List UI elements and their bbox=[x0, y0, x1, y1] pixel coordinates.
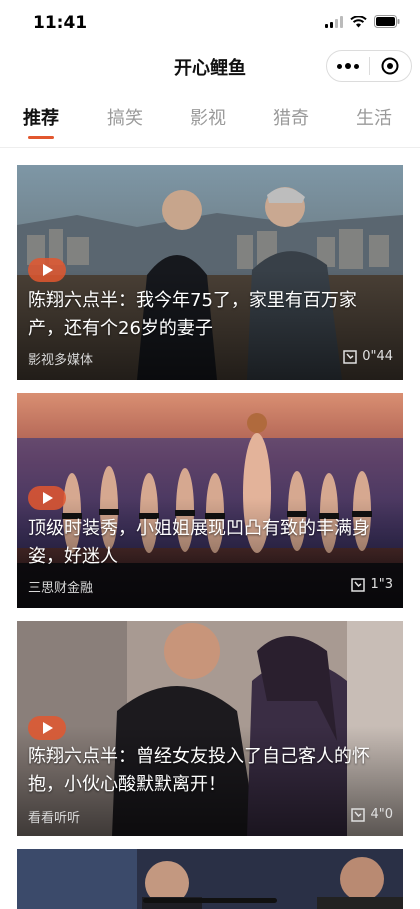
card-source: 影视多媒体 bbox=[28, 353, 94, 368]
card-duration: 1"3 bbox=[351, 577, 393, 592]
card-title: 顶级时装秀，小姐姐展现凹凸有致的丰满身姿，好迷人 bbox=[28, 518, 370, 567]
tab-funny[interactable]: 搞笑 bbox=[95, 104, 155, 130]
tab-life[interactable]: 生活 bbox=[344, 104, 404, 130]
play-icon bbox=[43, 492, 53, 504]
duration-text: 4"0 bbox=[370, 807, 393, 822]
duration-icon bbox=[351, 807, 366, 822]
play-icon bbox=[43, 264, 53, 276]
status-icons bbox=[325, 15, 400, 28]
play-button[interactable] bbox=[28, 258, 66, 282]
card-source: 三思财金融 bbox=[28, 581, 94, 596]
play-icon bbox=[43, 722, 53, 734]
play-button[interactable] bbox=[28, 716, 66, 740]
duration-icon bbox=[343, 349, 357, 364]
duration-icon bbox=[351, 577, 366, 592]
status-time: 11:41 bbox=[33, 13, 88, 33]
miniprogram-capsule bbox=[326, 50, 412, 82]
card-duration: 4"0 bbox=[351, 807, 393, 822]
tab-movies[interactable]: 影视 bbox=[178, 104, 238, 130]
video-card[interactable]: 顶级时装秀，小姐姐展现凹凸有致的丰满身姿，好迷人 三思财金融 1"3 bbox=[17, 393, 403, 608]
tab-curious[interactable]: 猎奇 bbox=[261, 104, 321, 130]
signal-icon bbox=[325, 15, 343, 28]
category-tabs: 推荐 搞笑 影视 猎奇 生活 bbox=[0, 88, 420, 148]
tab-recommend[interactable]: 推荐 bbox=[11, 104, 71, 130]
battery-icon bbox=[374, 15, 400, 28]
card-duration: 0"44 bbox=[343, 349, 393, 364]
nav-bar: 开心鲤鱼 bbox=[0, 46, 420, 88]
status-bar: 11:41 bbox=[0, 0, 420, 46]
card-title: 陈翔六点半：我今年75了，家里有百万家产，还有个26岁的妻子 bbox=[28, 290, 357, 339]
target-close-icon bbox=[381, 57, 399, 75]
duration-text: 1"3 bbox=[370, 577, 393, 592]
duration-text: 0"44 bbox=[362, 349, 393, 364]
card-source: 看看听听 bbox=[28, 811, 81, 826]
card-title: 陈翔六点半：曾经女友投入了自己客人的怀抱，小伙心酸默默离开！ bbox=[28, 746, 370, 795]
close-button[interactable] bbox=[370, 51, 411, 81]
home-indicator bbox=[143, 898, 277, 903]
video-card[interactable]: 陈翔六点半：我今年75了，家里有百万家产，还有个26岁的妻子 影视多媒体 0"4… bbox=[17, 165, 403, 380]
wifi-icon bbox=[350, 15, 367, 27]
more-button[interactable] bbox=[327, 51, 369, 81]
play-button[interactable] bbox=[28, 486, 66, 510]
video-card[interactable]: 陈翔六点半：曾经女友投入了自己客人的怀抱，小伙心酸默默离开！ 看看听听 4"0 bbox=[17, 621, 403, 836]
more-dots-icon bbox=[345, 63, 351, 69]
active-tab-indicator bbox=[28, 136, 54, 139]
